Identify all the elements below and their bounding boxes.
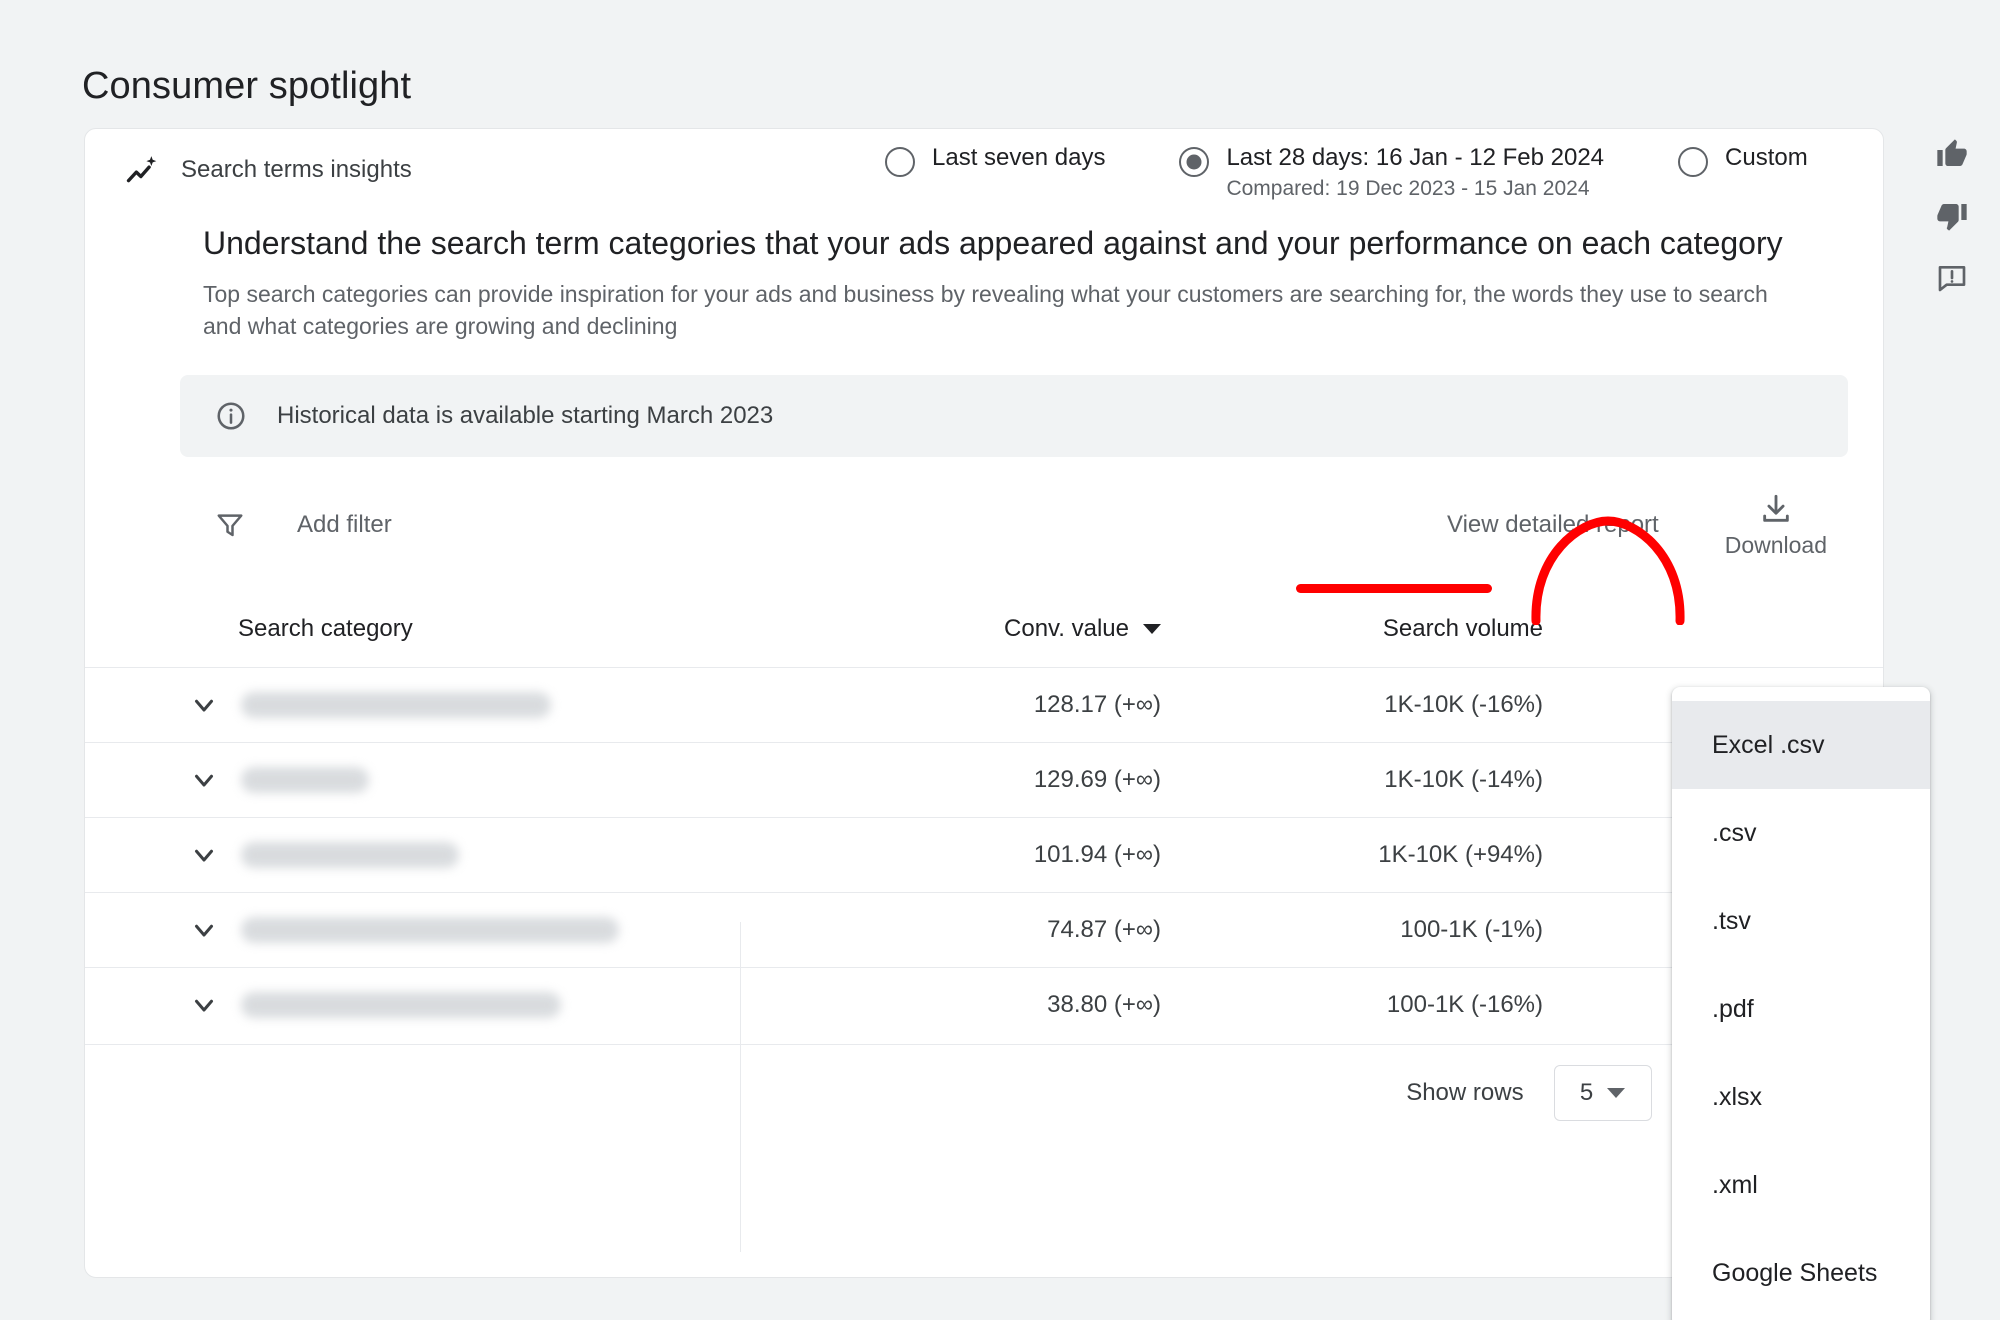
column-header-search-volume[interactable]: Search volume	[1161, 615, 1581, 643]
table-row[interactable]: 128.17 (+∞)1K-10K (-16%)	[85, 667, 1883, 742]
rows-per-page-select[interactable]: 5	[1554, 1065, 1652, 1121]
download-format-item[interactable]: .csv	[1672, 789, 1930, 877]
sort-descending-icon	[1143, 624, 1161, 634]
date-option-last-28-days[interactable]: Last 28 days: 16 Jan - 12 Feb 2024 Compa…	[1179, 145, 1604, 200]
date-option-label: Last seven days	[932, 144, 1105, 171]
radio-custom[interactable]	[1678, 147, 1708, 177]
consumer-spotlight-card: Search terms insights Last seven days La…	[84, 128, 1884, 1278]
date-option-label: Last 28 days: 16 Jan - 12 Feb 2024	[1226, 145, 1604, 172]
filter-funnel-icon	[215, 510, 245, 540]
download-format-list: Excel .csv.csv.tsv.pdf.xlsx.xmlGoogle Sh…	[1672, 701, 1930, 1317]
add-filter-label: Add filter	[297, 511, 392, 539]
show-rows-label: Show rows	[1406, 1079, 1523, 1107]
thumb-up-icon[interactable]	[1936, 138, 1968, 170]
download-format-item[interactable]: .pdf	[1672, 965, 1930, 1053]
date-option-label: Custom	[1725, 144, 1808, 171]
card-subcopy: Top search categories can provide inspir…	[203, 278, 1803, 342]
date-option-last-seven-days[interactable]: Last seven days	[885, 145, 1105, 177]
feedback-rail	[1936, 138, 1968, 294]
column-header-search-category[interactable]: Search category	[181, 615, 681, 643]
historical-data-banner: Historical data is available starting Ma…	[180, 375, 1848, 457]
chevron-down-icon[interactable]	[189, 990, 219, 1020]
table-header-row: Search category Conv. value Search volum…	[85, 591, 1883, 667]
column-header-conv-value[interactable]: Conv. value	[681, 615, 1161, 643]
table-row[interactable]: 38.80 (+∞)100-1K (-16%)	[85, 967, 1883, 1042]
table-actions-row: Add filter View detailed report Download	[85, 479, 1883, 571]
app-root: Consumer spotlight	[0, 0, 2000, 1320]
cell-search-category	[181, 765, 681, 795]
search-category-name	[241, 842, 459, 868]
chevron-down-icon[interactable]	[189, 765, 219, 795]
cell-search-category	[181, 690, 681, 720]
download-format-item[interactable]: .xml	[1672, 1141, 1930, 1229]
table-row[interactable]: 101.94 (+∞)1K-10K (+94%)	[85, 817, 1883, 892]
card-headline: Understand the search term categories th…	[203, 223, 1833, 264]
table-column-divider	[740, 922, 741, 1252]
annotation-underline	[1296, 584, 1492, 593]
download-format-item[interactable]: Google Sheets	[1672, 1229, 1930, 1317]
search-terms-insights-label: Search terms insights	[125, 153, 685, 187]
download-button[interactable]: Download	[1715, 490, 1837, 561]
search-categories-table: Search category Conv. value Search volum…	[85, 591, 1883, 1140]
cell-conv-value: 129.69 (+∞)	[681, 766, 1161, 794]
download-format-item[interactable]: .tsv	[1672, 877, 1930, 965]
date-option-compared-label: Compared: 19 Dec 2023 - 15 Jan 2024	[1226, 177, 1604, 201]
cell-search-volume: 100-1K (-16%)	[1161, 991, 1581, 1019]
download-icon	[1759, 492, 1793, 526]
rows-per-page-value: 5	[1580, 1079, 1593, 1107]
date-range-options: Last seven days Last 28 days: 16 Jan - 1…	[885, 129, 1808, 211]
table-row[interactable]: 74.87 (+∞)100-1K (-1%)	[85, 892, 1883, 967]
cell-search-volume: 1K-10K (-16%)	[1161, 691, 1581, 719]
cell-search-volume: 1K-10K (-14%)	[1161, 766, 1581, 794]
date-option-custom[interactable]: Custom	[1678, 145, 1808, 177]
info-circle-icon	[215, 400, 247, 432]
radio-last-28-days[interactable]	[1179, 147, 1209, 177]
cell-conv-value: 128.17 (+∞)	[681, 691, 1161, 719]
download-format-item[interactable]: .xlsx	[1672, 1053, 1930, 1141]
cell-search-category	[181, 915, 681, 945]
page-title: Consumer spotlight	[82, 65, 411, 108]
table-footer: Show rows 5 1 - 5 of 102	[85, 1044, 1883, 1140]
chevron-down-icon	[1607, 1088, 1625, 1098]
cell-search-category	[181, 840, 681, 870]
cell-search-category	[181, 990, 681, 1020]
cell-search-volume: 1K-10K (+94%)	[1161, 841, 1581, 869]
actions-right-group: View detailed report Download	[1447, 479, 1837, 571]
download-label: Download	[1725, 532, 1827, 559]
search-category-name	[241, 917, 619, 943]
cell-search-volume: 100-1K (-1%)	[1161, 916, 1581, 944]
search-category-name	[241, 692, 551, 718]
feedback-report-icon[interactable]	[1936, 262, 1968, 294]
radio-last-seven-days[interactable]	[885, 147, 915, 177]
add-filter-button[interactable]: Add filter	[215, 510, 392, 540]
search-category-name	[241, 767, 369, 793]
chevron-down-icon[interactable]	[189, 915, 219, 945]
cell-conv-value: 74.87 (+∞)	[681, 916, 1161, 944]
thumb-down-icon[interactable]	[1936, 200, 1968, 232]
insights-sparkle-icon	[125, 153, 159, 187]
cell-conv-value: 38.80 (+∞)	[681, 991, 1161, 1019]
card-header: Search terms insights Last seven days La…	[85, 129, 1883, 211]
download-format-item[interactable]: Excel .csv	[1672, 701, 1930, 789]
download-format-menu: Excel .csv.csv.tsv.pdf.xlsx.xmlGoogle Sh…	[1672, 687, 1930, 1320]
cell-conv-value: 101.94 (+∞)	[681, 841, 1161, 869]
search-category-name	[241, 992, 561, 1018]
chevron-down-icon[interactable]	[189, 840, 219, 870]
table-row[interactable]: 129.69 (+∞)1K-10K (-14%)	[85, 742, 1883, 817]
column-header-conv-value-label: Conv. value	[1004, 615, 1129, 643]
historical-data-banner-text: Historical data is available starting Ma…	[277, 402, 773, 430]
table-body: 128.17 (+∞)1K-10K (-16%)129.69 (+∞)1K-10…	[85, 667, 1883, 1042]
chevron-down-icon[interactable]	[189, 690, 219, 720]
insights-label-text: Search terms insights	[181, 156, 412, 184]
view-detailed-report-link[interactable]: View detailed report	[1447, 511, 1659, 539]
